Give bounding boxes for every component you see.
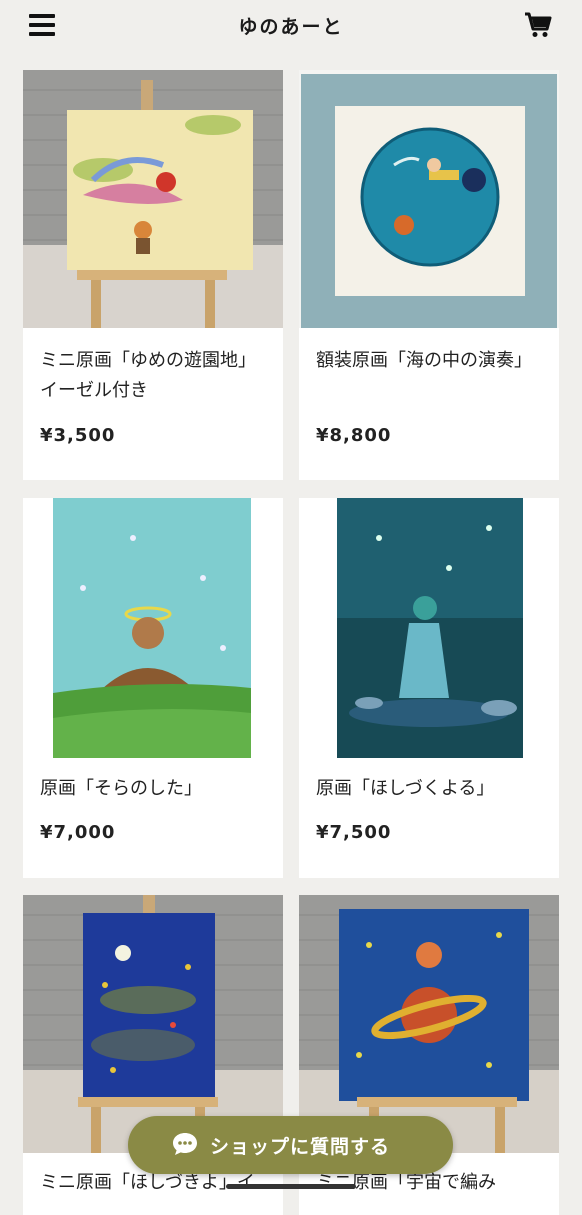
ask-shop-button[interactable]: ショップに質問する	[128, 1116, 453, 1174]
product-image[interactable]	[299, 498, 559, 760]
product-name[interactable]: ミニ原画「ゆめの遊園地」イーゼル付き	[40, 346, 269, 406]
product-image[interactable]	[23, 70, 283, 328]
chat-bubble-icon	[173, 1133, 197, 1155]
product-image[interactable]	[299, 70, 559, 328]
product-name[interactable]: 原画「ほしづくよる」	[316, 774, 545, 804]
product-card[interactable]: 原画「ほしづくよる」 ¥7,500	[299, 498, 559, 878]
ask-shop-label: ショップに質問する	[210, 1136, 391, 1158]
cart-icon[interactable]	[524, 12, 552, 38]
product-price: ¥8,800	[316, 425, 392, 446]
product-card[interactable]: ミニ原画「ゆめの遊園地」イーゼル付き ¥3,500	[23, 70, 283, 480]
product-card[interactable]: 原画「そらのした」 ¥7,000	[23, 498, 283, 878]
shop-title[interactable]: ゆのあーと	[0, 12, 582, 39]
product-price: ¥7,000	[40, 822, 116, 843]
product-price: ¥7,500	[316, 822, 392, 843]
product-name[interactable]: 額装原画「海の中の演奏」	[316, 346, 545, 376]
product-card[interactable]: 額装原画「海の中の演奏」 ¥8,800	[299, 70, 559, 480]
product-image[interactable]	[299, 895, 559, 1153]
home-indicator	[226, 1184, 356, 1189]
product-image[interactable]	[23, 498, 283, 760]
product-name[interactable]: 原画「そらのした」	[40, 774, 269, 804]
header: ゆのあーと	[0, 0, 582, 52]
product-price: ¥3,500	[40, 425, 116, 446]
product-image[interactable]	[23, 895, 283, 1153]
